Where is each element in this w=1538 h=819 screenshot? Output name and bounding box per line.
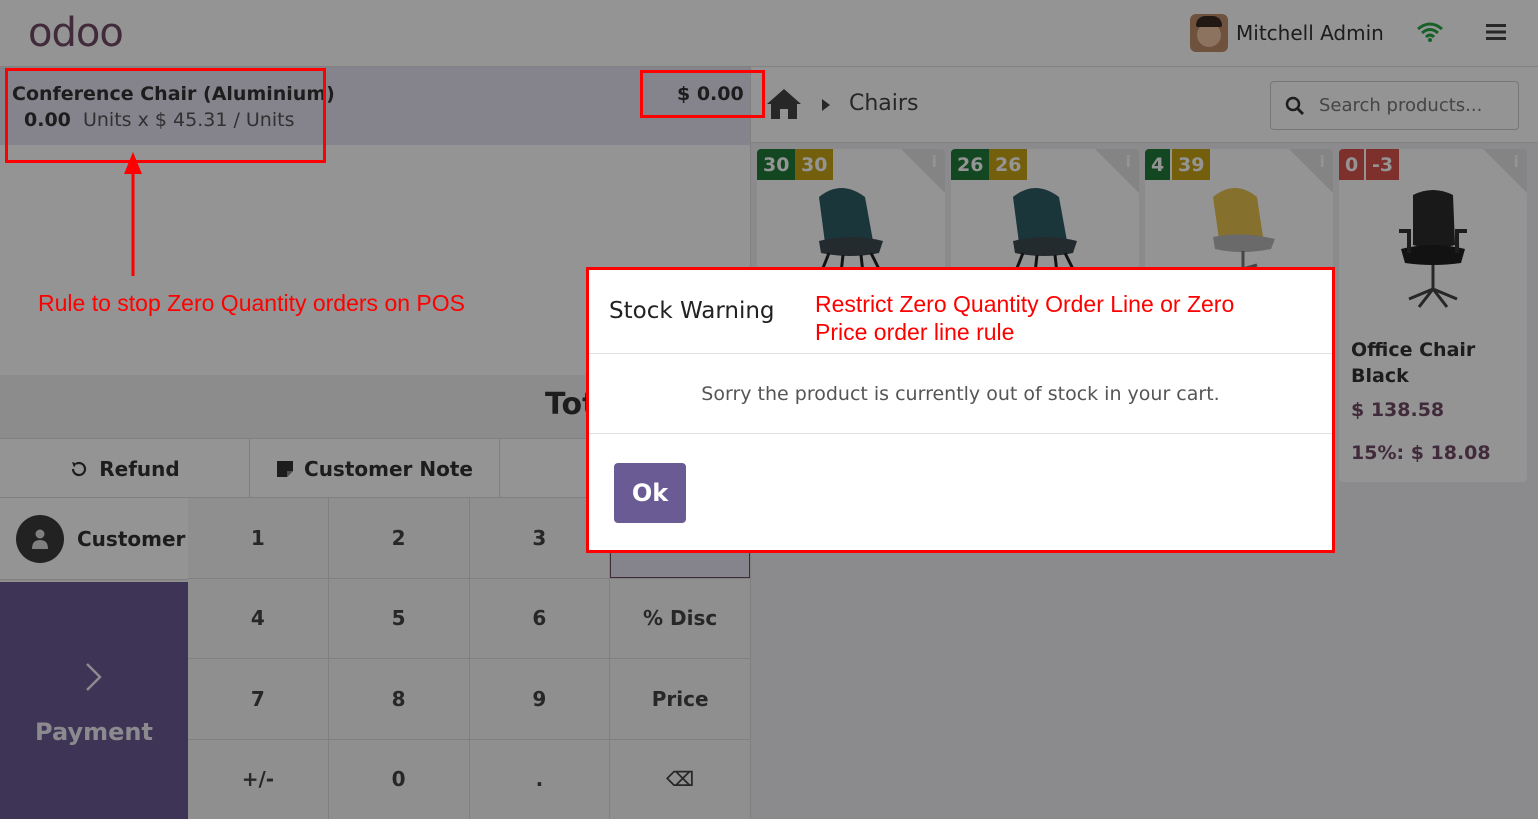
annotation-left-note: Rule to stop Zero Quantity orders on POS — [38, 290, 465, 316]
annotation-arrow — [124, 152, 142, 276]
annotation-modal-note-1: Restrict Zero Quantity Order Line or Zer… — [815, 291, 1235, 317]
annotation-modal-note-2: Price order line rule — [815, 319, 1015, 345]
annotation-box-order-line — [5, 68, 326, 163]
annotation-box-line-price — [640, 70, 765, 118]
